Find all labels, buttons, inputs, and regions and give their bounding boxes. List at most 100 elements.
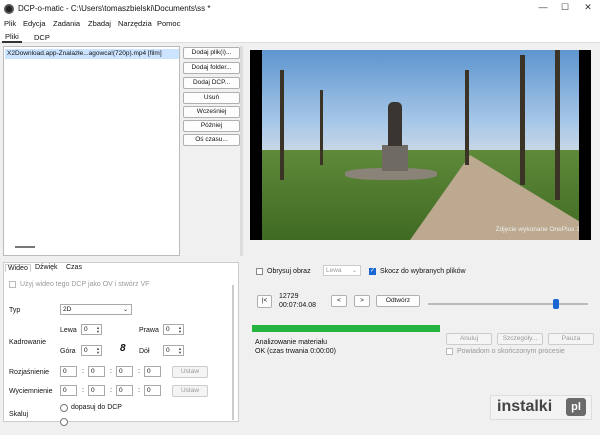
later-button[interactable]: Później [183,120,240,132]
details-button[interactable]: Szczegóły... [497,333,543,345]
type-select[interactable]: 2D ⌄ [60,304,132,315]
time-separator: : [110,368,112,375]
fade-out-set-button[interactable]: Ustaw [172,385,208,397]
frame-number: 12729 [279,293,299,300]
scale-radio-2[interactable] [60,418,68,426]
jump-label: Skocz do wybranych plików [380,268,466,275]
time-separator: : [138,387,140,394]
crop-bottom-value: 0 [166,347,170,354]
letterbox-right [579,50,591,240]
fade-in-minutes[interactable]: 0 [88,366,105,377]
fade-in-seconds[interactable]: 0 [116,366,133,377]
jump-checkbox[interactable] [369,267,376,275]
main-tabs [0,30,600,43]
cancel-button[interactable]: Anuluj [446,333,492,345]
preview-tree [465,70,469,165]
earlier-button[interactable]: Wcześniej [183,106,240,118]
remove-button[interactable]: Usuń [183,92,240,104]
spinner-icon[interactable]: ▲ ▼ [96,326,100,334]
tab-dzwiek[interactable]: Dźwięk [33,264,60,271]
tab-wideo[interactable]: Wideo [5,264,31,272]
link-icon[interactable]: 8 [120,343,126,354]
crop-right-value: 0 [166,326,170,333]
crop-top-input[interactable]: 0 ▲ ▼ [81,345,102,356]
outline-checkbox[interactable] [256,268,263,275]
crop-right-input[interactable]: 0 ▲ ▼ [163,324,184,335]
preview-watermark: Zdjęcie wykonane OnePlus 11 [495,226,583,233]
window-title: DCP-o-matic - C:\Users\tomaszbielski\Doc… [18,4,211,13]
crop-bottom-label: Dół [139,348,150,355]
site-logo-text: instalki [497,398,553,415]
fade-out-seconds[interactable]: 0 [116,385,133,396]
previous-frame-button[interactable]: < [331,295,347,307]
crop-left-value: 0 [84,326,88,333]
tab-czas[interactable]: Czas [64,264,84,271]
menu-zbadaj[interactable]: Zbadaj [88,19,111,28]
time-separator: : [82,387,84,394]
fade-in-label: Rozjaśnienie [9,369,50,376]
content-list[interactable]: X2Download.app-Znalazłe...agowca!(720p).… [3,46,180,256]
spinner-icon[interactable]: ▲ ▼ [96,347,100,355]
go-to-start-button[interactable]: |< [257,295,272,308]
maximize-icon[interactable]: ☐ [554,2,576,16]
content-file-row[interactable]: X2Download.app-Znalazłe...agowca!(720p).… [5,49,179,59]
fade-out-frames[interactable]: 0 [144,385,161,396]
job-progress-bar [252,325,440,332]
panel-scrollbar[interactable] [232,285,234,420]
type-select-value: 2D [63,306,72,313]
spinner-icon[interactable]: ▲ ▼ [178,347,182,355]
fit-dcp-radio[interactable] [60,404,68,412]
horizontal-scrollbar[interactable] [15,246,35,248]
tab-dcp[interactable]: DCP [31,33,53,42]
add-dcp-button[interactable]: Dodaj DCP... [183,77,240,89]
crop-left-input[interactable]: 0 ▲ ▼ [81,324,102,335]
close-icon[interactable]: ✕ [577,2,599,16]
menu-narzedzia[interactable]: Narzędzia [118,19,152,28]
time-separator: : [82,368,84,375]
video-preview: Zdjęcie wykonane OnePlus 11 [250,50,591,240]
fade-in-hours[interactable]: 0 [60,366,77,377]
preview-tree [555,50,560,200]
time-separator: : [110,387,112,394]
outline-label: Obrysuj obraz [267,268,311,275]
add-files-button[interactable]: Dodaj plik(i)... [183,47,240,59]
use-video-checkbox[interactable] [9,281,16,288]
menu-edycja[interactable]: Edycja [23,19,46,28]
crop-top-label: Góra [60,348,76,355]
spinner-icon[interactable]: ▲ ▼ [178,326,182,334]
job-duration: OK (czas trwania 0:00:00) [255,348,336,355]
preview-statue [388,102,402,146]
playback-slider[interactable] [428,303,588,305]
eye-select[interactable]: Lewa ⌄ [323,265,361,276]
preview-plinth [382,145,408,171]
playback-slider-handle[interactable] [553,299,559,309]
tab-pliki[interactable]: Pliki [2,32,22,43]
fade-out-hours[interactable]: 0 [60,385,77,396]
preview-tree [280,70,284,180]
pane-splitter[interactable] [240,46,243,256]
play-button[interactable]: Odtwórz [376,295,420,307]
timeline-button[interactable]: Oś czasu... [183,134,240,146]
menu-pomoc[interactable]: Pomoc [157,19,180,28]
preview-tree [320,90,323,165]
notify-checkbox[interactable] [446,348,453,355]
use-video-label: Użyj wideo tego DCP jako OV i stwórz VF [20,281,150,288]
job-status: Analizowanie materiału [255,339,327,346]
fade-in-frames[interactable]: 0 [144,366,161,377]
chevron-down-icon: ⌄ [351,268,357,274]
pause-button[interactable]: Pauza [548,333,594,345]
chevron-down-icon: ⌄ [122,307,128,313]
add-folder-button[interactable]: Dodaj folder... [183,62,240,74]
scale-label: Skaluj [9,411,29,418]
preview-sky [250,50,591,155]
minimize-icon[interactable]: — [532,2,554,16]
crop-bottom-input[interactable]: 0 ▲ ▼ [163,345,184,356]
next-frame-button[interactable]: > [354,295,370,307]
fade-in-set-button[interactable]: Ustaw [172,366,208,378]
fade-out-minutes[interactable]: 0 [88,385,105,396]
app-icon [4,4,14,14]
crop-right-label: Prawa [139,327,159,334]
menu-zadania[interactable]: Zadania [53,19,80,28]
eye-select-value: Lewa [326,267,342,274]
menu-plik[interactable]: Plik [4,19,16,28]
